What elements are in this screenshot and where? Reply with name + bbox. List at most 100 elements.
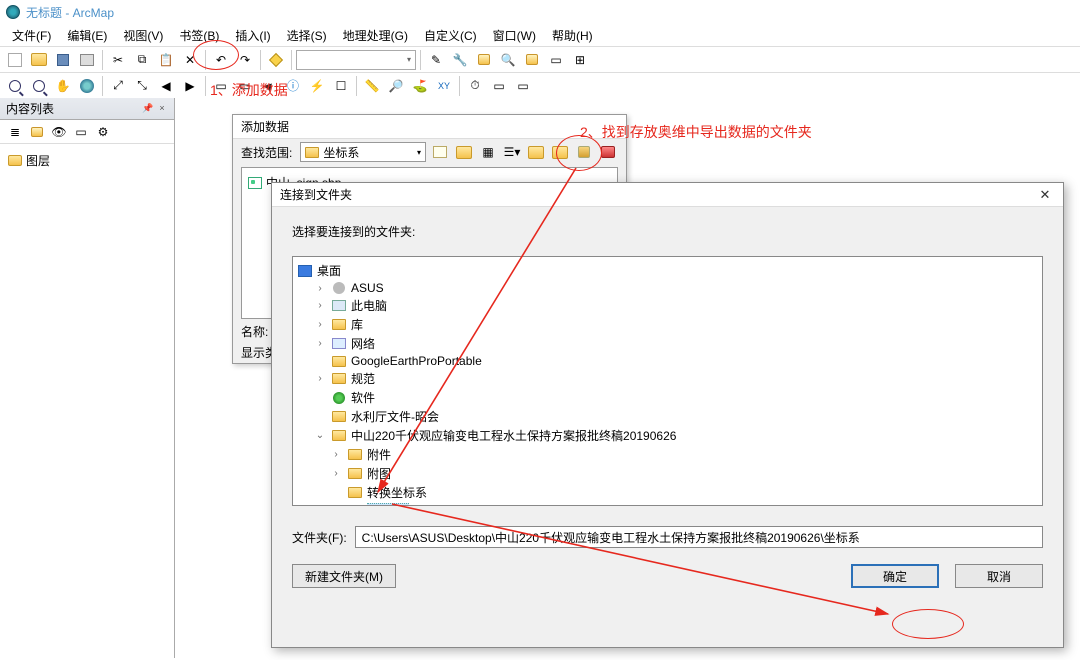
menu-select[interactable]: 选择(S)	[279, 25, 335, 46]
tree-attachimg[interactable]: ›附图	[297, 464, 1038, 483]
scope-combo[interactable]: 坐标系 ▾	[300, 142, 426, 162]
tree-sl[interactable]: 水利厅文件-昭会	[297, 407, 1038, 426]
up-level-icon[interactable]	[430, 142, 450, 162]
tree-attach[interactable]: ›附件	[297, 445, 1038, 464]
goto-xy-icon[interactable]: XY	[433, 75, 455, 97]
path-label: 文件夹(F):	[292, 529, 347, 546]
measure-icon[interactable]: 📏	[361, 75, 383, 97]
toolbox-icon[interactable]: 🔧	[449, 49, 471, 71]
menu-window[interactable]: 窗口(W)	[485, 25, 544, 46]
arccatalog-icon[interactable]	[521, 49, 543, 71]
undo-button[interactable]: ↶	[210, 49, 232, 71]
shapefile-icon	[248, 177, 262, 189]
tree-software[interactable]: 软件	[297, 388, 1038, 407]
options-icon[interactable]: ⚙	[94, 123, 112, 141]
separator	[102, 50, 103, 70]
close-panel-icon[interactable]: ×	[156, 103, 168, 115]
tree-coord[interactable]: 坐标系	[297, 502, 1038, 506]
layer-root[interactable]: 图层	[6, 150, 168, 171]
find-icon[interactable]: 🔎	[385, 75, 407, 97]
time-slider-icon[interactable]: ⏱	[464, 75, 486, 97]
cancel-button[interactable]: 取消	[955, 564, 1043, 588]
tree-spec[interactable]: ›规范	[297, 369, 1038, 388]
zoom-in-icon[interactable]	[4, 75, 26, 97]
zoom-out-icon[interactable]	[28, 75, 50, 97]
refresh-icon[interactable]	[598, 142, 618, 162]
close-icon[interactable]: ✕	[1035, 187, 1055, 203]
connect-folder-icon[interactable]	[526, 142, 546, 162]
toggle-view-icon[interactable]: ▦	[478, 142, 498, 162]
open-button[interactable]	[28, 49, 50, 71]
list-selection-icon[interactable]: ▭	[72, 123, 90, 141]
menu-insert[interactable]: 插入(I)	[227, 25, 278, 46]
separator	[205, 76, 206, 96]
new-folder-button[interactable]: 新建文件夹(M)	[292, 564, 396, 588]
list-view-icon[interactable]: ☰▾	[502, 142, 522, 162]
editor-toolbar-icon[interactable]: ✎	[425, 49, 447, 71]
fixed-zoomin-icon[interactable]: ⤢	[107, 75, 129, 97]
tree-convert[interactable]: 转换坐标系	[297, 483, 1038, 502]
add-data-button[interactable]	[265, 49, 287, 71]
new-gdb-icon[interactable]	[574, 142, 594, 162]
menu-customize[interactable]: 自定义(C)	[416, 25, 485, 46]
menu-file[interactable]: 文件(F)	[4, 25, 59, 46]
toc-body: 图层	[0, 144, 174, 658]
clear-selection-icon[interactable]: ▭	[234, 75, 256, 97]
save-button[interactable]	[52, 49, 74, 71]
pin-icon[interactable]: 📌	[142, 103, 154, 115]
tree-asus[interactable]: ›ASUS	[297, 280, 1038, 296]
hyperlink-icon[interactable]: ⚡	[306, 75, 328, 97]
toc-panel: 内容列表 📌 × ≣ 👁 ▭ ⚙ 图层	[0, 98, 175, 658]
pan-icon[interactable]: ✋	[52, 75, 74, 97]
back-extent-icon[interactable]: ◀	[155, 75, 177, 97]
separator	[260, 50, 261, 70]
identify-icon[interactable]: ⓘ	[282, 75, 304, 97]
fixed-zoomout-icon[interactable]: ⤡	[131, 75, 153, 97]
connect-prompt: 选择要连接到的文件夹:	[272, 207, 1063, 248]
menu-geoprocess[interactable]: 地理处理(G)	[335, 25, 416, 46]
create-viewer-icon[interactable]: ▭	[512, 75, 534, 97]
select-elements-icon[interactable]	[258, 75, 280, 97]
python-icon[interactable]: ▭	[545, 49, 567, 71]
modelbuilder-icon[interactable]: ⊞	[569, 49, 591, 71]
separator	[205, 50, 206, 70]
copy-button[interactable]: ⧉	[131, 49, 153, 71]
menu-edit[interactable]: 编辑(E)	[59, 25, 115, 46]
menu-bookmark[interactable]: 书签(B)	[171, 25, 227, 46]
cut-button[interactable]: ✂	[107, 49, 129, 71]
paste-button[interactable]: 📋	[155, 49, 177, 71]
findroute-icon[interactable]: ⛳	[409, 75, 431, 97]
tree-thispc[interactable]: ›此电脑	[297, 296, 1038, 315]
select-features-icon[interactable]: ▭	[210, 75, 232, 97]
fwd-extent-icon[interactable]: ▶	[179, 75, 201, 97]
menubar: 文件(F) 编辑(E) 视图(V) 书签(B) 插入(I) 选择(S) 地理处理…	[0, 24, 1080, 46]
tree-project[interactable]: ⌄中山220千伏观应输变电工程水土保持方案报批终稿20190626	[297, 426, 1038, 445]
tree-library[interactable]: ›库	[297, 315, 1038, 334]
tree-gep[interactable]: GoogleEarthProPortable	[297, 353, 1038, 369]
tree-desktop[interactable]: 桌面	[297, 261, 1038, 280]
print-button[interactable]	[76, 49, 98, 71]
menu-help[interactable]: 帮助(H)	[544, 25, 601, 46]
disconnect-folder-icon[interactable]	[550, 142, 570, 162]
redo-button[interactable]: ↷	[234, 49, 256, 71]
folder-icon	[305, 147, 319, 158]
list-drawing-order-icon[interactable]: ≣	[6, 123, 24, 141]
tree-network[interactable]: ›网络	[297, 334, 1038, 353]
separator	[356, 76, 357, 96]
delete-button[interactable]: ✕	[179, 49, 201, 71]
new-button[interactable]	[4, 49, 26, 71]
scale-combo[interactable]: ▾	[296, 50, 416, 70]
list-source-icon[interactable]	[28, 123, 46, 141]
viewer-icon[interactable]: ▭	[488, 75, 510, 97]
search-icon[interactable]: 🔍	[497, 49, 519, 71]
folder-tree[interactable]: 桌面 ›ASUS ›此电脑 ›库 ›网络 GoogleEarthProPorta…	[292, 256, 1043, 506]
path-input[interactable]: C:\Users\ASUS\Desktop\中山220千伏观应输变电工程水土保持…	[355, 526, 1043, 548]
html-popup-icon[interactable]: ☐	[330, 75, 352, 97]
menu-view[interactable]: 视图(V)	[115, 25, 171, 46]
catalog-icon[interactable]	[473, 49, 495, 71]
ok-button[interactable]: 确定	[851, 564, 939, 588]
list-visibility-icon[interactable]: 👁	[50, 123, 68, 141]
home-icon[interactable]	[454, 142, 474, 162]
full-extent-icon[interactable]	[76, 75, 98, 97]
toc-header: 内容列表 📌 ×	[0, 98, 174, 120]
